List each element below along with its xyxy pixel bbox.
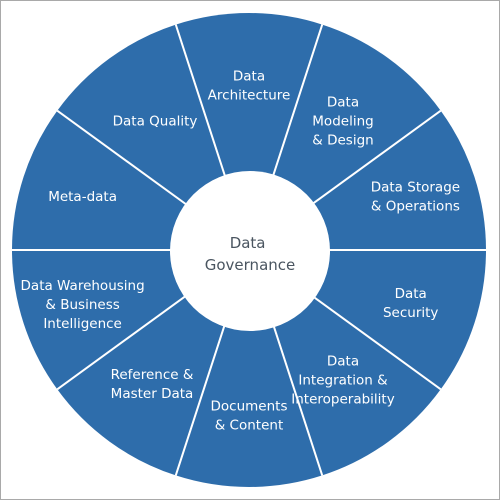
segment-label-line: Data Quality xyxy=(113,114,198,130)
segment-label-data-quality: Data Quality xyxy=(113,114,198,130)
center-label-line: Governance xyxy=(205,256,296,274)
segment-label-meta-data: Meta-data xyxy=(48,189,117,205)
segment-label-line: Data xyxy=(327,353,359,369)
center-label-line: Data xyxy=(230,234,266,252)
segment-label-line: Data xyxy=(327,95,359,111)
segment-label-line: Documents xyxy=(211,399,288,415)
segment-label-line: Security xyxy=(383,305,438,321)
segment-label-line: Intelligence xyxy=(43,316,122,332)
segment-label-line: Data xyxy=(395,286,427,302)
segment-label-line: Reference & xyxy=(111,367,194,383)
data-governance-wheel: Data Governance Data Architecture Data Mode… xyxy=(12,13,486,487)
segment-label-line: Architecture xyxy=(208,88,291,104)
segment-label-line: & Design xyxy=(312,133,373,149)
segment-label-line: Data Warehousing xyxy=(21,278,145,294)
segment-label-line: Meta-data xyxy=(48,189,117,205)
segment-label-line: Data xyxy=(233,69,265,85)
segment-label-line: Data Storage xyxy=(371,179,460,195)
segment-label-line: & Operations xyxy=(371,198,460,214)
segment-label-line: Interoperability xyxy=(291,391,394,407)
segment-label-line: & Business xyxy=(45,297,119,313)
segment-label-line: Modeling xyxy=(312,114,373,130)
segment-label-line: & Content xyxy=(215,418,284,434)
segment-label-line: Integration & xyxy=(298,372,388,388)
segment-label-line: Master Data xyxy=(111,386,194,402)
